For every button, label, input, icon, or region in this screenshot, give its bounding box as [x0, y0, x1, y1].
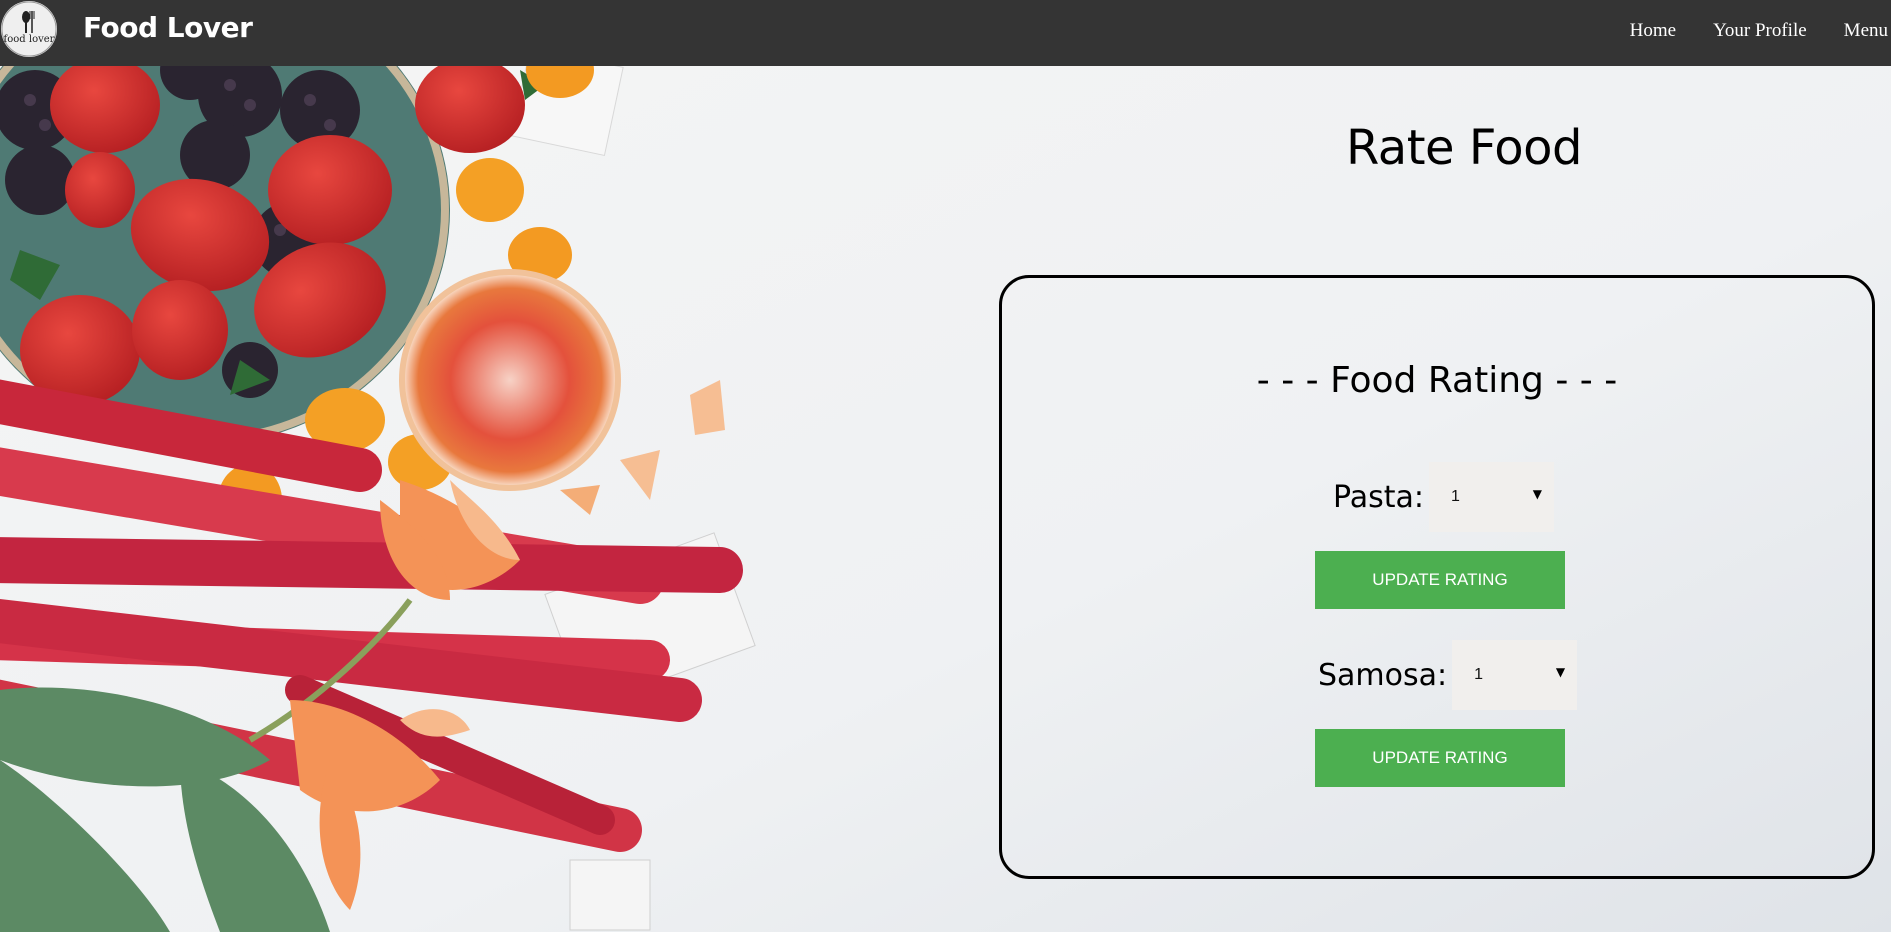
- pasta-update-rating-button[interactable]: UPDATE RATING: [1315, 551, 1565, 609]
- nav-links: Home Your Profile Menu: [1593, 20, 1891, 42]
- samosa-selected-value: 1: [1474, 666, 1484, 683]
- food-lover-logo[interactable]: food lover: [1, 1, 57, 57]
- samosa-rating-select[interactable]: 1 ▼: [1452, 640, 1578, 710]
- samosa-update-rating-button[interactable]: UPDATE RATING: [1315, 729, 1565, 787]
- logo-text: food lover: [3, 34, 55, 45]
- pasta-rating-row: Pasta: 1 ▼: [1333, 462, 1555, 532]
- food-rating-card: - - - Food Rating - - - Pasta: 1 ▼ UPDAT…: [999, 275, 1875, 879]
- pasta-label: Pasta:: [1333, 479, 1425, 515]
- page-title: Rate Food: [1346, 120, 1582, 176]
- pasta-selected-value: 1: [1451, 488, 1460, 505]
- card-heading: - - - Food Rating - - -: [1256, 360, 1618, 401]
- dropdown-arrow-icon: ▼: [1555, 665, 1566, 679]
- nav-menu-link[interactable]: Menu: [1844, 20, 1888, 42]
- fork-spoon-icon: [1, 1, 57, 57]
- nav-home-link[interactable]: Home: [1630, 20, 1676, 42]
- nav-profile-link[interactable]: Your Profile: [1713, 20, 1807, 42]
- samosa-label: Samosa:: [1318, 657, 1448, 693]
- top-navbar: food lover Food Lover Home Your Profile …: [0, 0, 1891, 66]
- pasta-rating-select[interactable]: 1 ▼: [1429, 462, 1555, 532]
- dropdown-arrow-icon: ▼: [1532, 487, 1543, 501]
- samosa-rating-row: Samosa: 1 ▼: [1318, 640, 1578, 710]
- brand-name[interactable]: Food Lover: [83, 11, 253, 44]
